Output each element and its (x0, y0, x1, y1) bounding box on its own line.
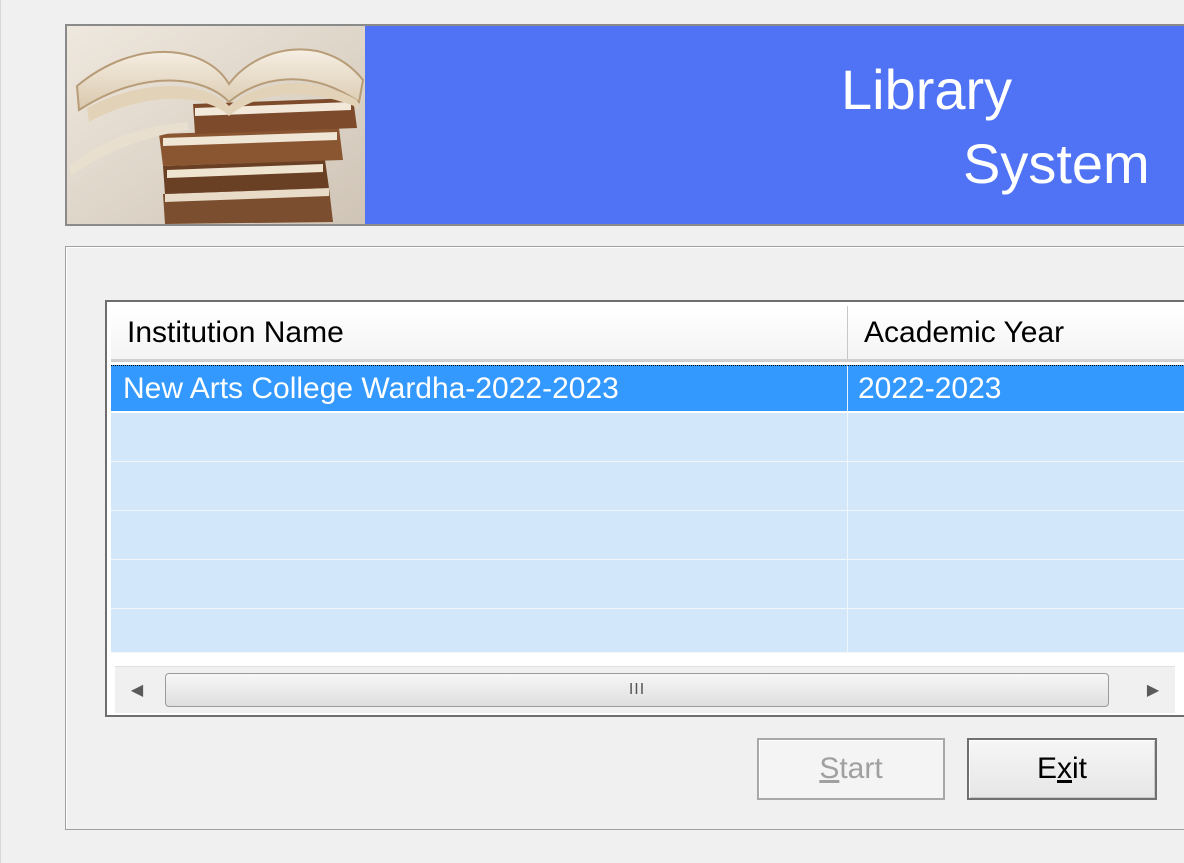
academic-year-cell (848, 609, 1184, 652)
start-label-rest: tart (839, 752, 883, 785)
list-row-selected[interactable]: New Arts College Wardha-2022-2023 2022-2… (111, 365, 1184, 413)
grip-icon: III (628, 681, 646, 698)
exit-label-pre: E (1036, 752, 1057, 785)
column-header-institution-name[interactable]: Institution Name (111, 306, 848, 359)
academic-year-cell (848, 462, 1184, 510)
start-label-mnemonic: S (819, 752, 840, 785)
library-system-window: Library System Institution Name Academic… (0, 0, 1184, 863)
institution-name-cell (111, 511, 848, 559)
academic-year-cell (848, 560, 1184, 608)
app-title-line2: System (963, 132, 1150, 195)
institution-list[interactable]: Institution Name Academic Year New Arts … (105, 300, 1184, 717)
institution-name-cell[interactable]: New Arts College Wardha-2022-2023 (111, 365, 848, 411)
list-row[interactable] (111, 511, 1184, 560)
list-rows: New Arts College Wardha-2022-2023 2022-2… (111, 365, 1184, 653)
list-row[interactable] (111, 462, 1184, 511)
column-header-academic-year[interactable]: Academic Year (848, 306, 1184, 359)
exit-label-mnemonic: x (1057, 752, 1072, 785)
list-row[interactable] (111, 609, 1184, 653)
list-header: Institution Name Academic Year (111, 306, 1184, 362)
scroll-left-button[interactable]: ◀ (115, 667, 159, 713)
arrow-left-icon: ◀ (130, 682, 144, 699)
app-title: Library System (67, 26, 1184, 224)
start-button[interactable]: Start (757, 738, 945, 800)
scroll-right-button[interactable]: ▶ (1131, 667, 1175, 713)
horizontal-scrollbar[interactable]: ◀ III ▶ (115, 666, 1175, 713)
exit-label-rest: it (1072, 752, 1087, 785)
list-row[interactable] (111, 413, 1184, 462)
institution-name-cell (111, 560, 848, 608)
arrow-right-icon: ▶ (1146, 682, 1160, 699)
institution-name-cell (111, 462, 848, 510)
list-row[interactable] (111, 560, 1184, 609)
app-title-line1: Library (841, 58, 1013, 121)
academic-year-cell (848, 511, 1184, 559)
exit-button[interactable]: Ex it (967, 738, 1157, 800)
header-banner: Library System (65, 24, 1184, 226)
scrollbar-thumb[interactable]: III (165, 673, 1109, 707)
academic-year-cell (848, 413, 1184, 461)
institution-name-cell (111, 413, 848, 461)
institution-name-cell (111, 609, 848, 652)
academic-year-cell[interactable]: 2022-2023 (848, 365, 1184, 411)
